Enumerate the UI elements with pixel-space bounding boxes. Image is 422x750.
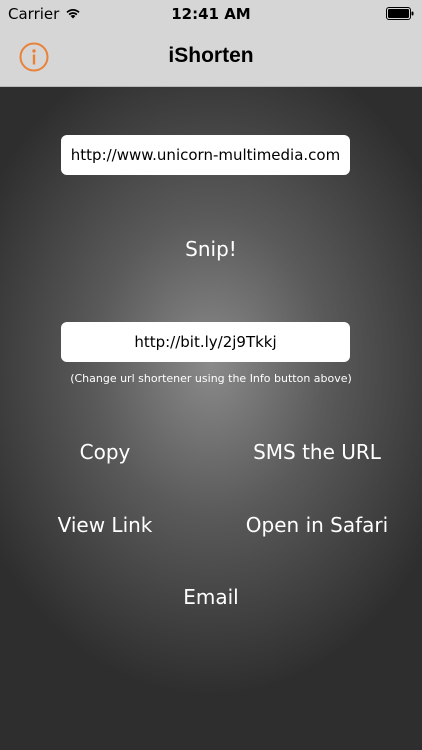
long-url-field[interactable]: http://www.unicorn-multimedia.com (61, 135, 350, 175)
page-title: iShorten (168, 44, 254, 67)
view-link-button[interactable]: View Link (45, 513, 165, 537)
copy-button[interactable]: Copy (55, 440, 155, 464)
app-screen: Carrier 12:41 AM iShorten http://www.uni… (0, 0, 422, 750)
short-url-field[interactable]: http://bit.ly/2j9Tkkj (61, 322, 350, 362)
status-bar: Carrier 12:41 AM (0, 0, 422, 28)
battery-icon (386, 6, 414, 24)
sms-button[interactable]: SMS the URL (245, 440, 389, 464)
snip-button[interactable]: Snip! (0, 237, 422, 261)
navigation-bar: iShorten (0, 28, 422, 87)
open-in-safari-button[interactable]: Open in Safari (240, 513, 394, 537)
status-time: 12:41 AM (171, 5, 251, 23)
shortener-hint: (Change url shortener using the Info but… (70, 372, 352, 385)
status-right (386, 6, 414, 24)
email-button[interactable]: Email (0, 585, 422, 609)
main-content: http://www.unicorn-multimedia.com Snip! … (0, 87, 422, 750)
